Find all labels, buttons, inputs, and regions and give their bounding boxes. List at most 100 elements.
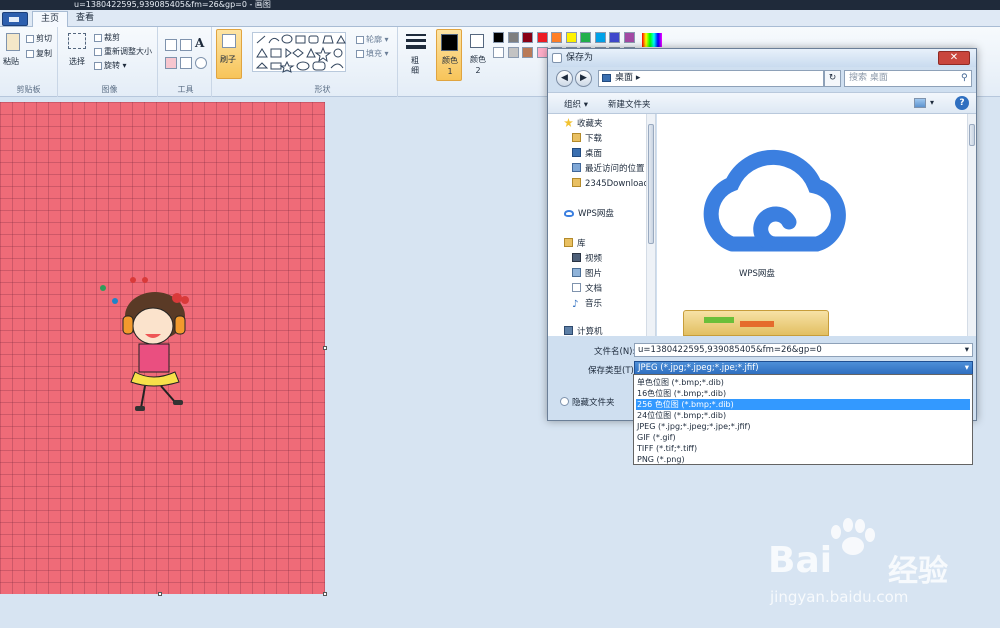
fill-icon bbox=[356, 49, 364, 58]
fill-button[interactable]: 填充 ▾ bbox=[356, 48, 389, 59]
filename-label: 文件名(N): bbox=[594, 347, 636, 357]
nav-pictures[interactable]: 图片 bbox=[572, 267, 602, 282]
palette-swatch[interactable] bbox=[565, 32, 577, 43]
back-button[interactable]: ◀ bbox=[556, 70, 573, 87]
paste-icon[interactable] bbox=[6, 33, 20, 51]
nav-videos[interactable]: 视频 bbox=[572, 252, 602, 267]
close-button[interactable]: ✕ bbox=[938, 51, 970, 65]
filetype-option[interactable]: PNG (*.png) bbox=[636, 454, 970, 465]
palette-swatch[interactable] bbox=[507, 47, 519, 58]
cartoon-girl-image bbox=[100, 277, 189, 411]
palette-swatch[interactable] bbox=[522, 32, 533, 43]
chevron-down-icon: ▾ bbox=[964, 345, 969, 355]
palette-swatch[interactable] bbox=[623, 32, 635, 43]
crop-button[interactable]: 裁剪 bbox=[94, 32, 120, 43]
brush-button[interactable]: 刷子 bbox=[216, 29, 242, 79]
filename-input[interactable]: u=1380422595,939085405&fm=26&gp=0 ▾ bbox=[634, 343, 973, 357]
tab-view[interactable]: 查看 bbox=[68, 11, 102, 27]
color1-swatch bbox=[441, 34, 458, 51]
shapes-gallery[interactable] bbox=[252, 32, 346, 73]
dialog-title-bar: 保存为 bbox=[548, 49, 976, 67]
paste-button[interactable]: 粘贴 bbox=[3, 56, 19, 67]
text-icon[interactable]: A bbox=[195, 36, 204, 50]
palette-swatch[interactable] bbox=[493, 32, 504, 43]
copy-button[interactable]: 复制 bbox=[26, 48, 52, 59]
color1-button[interactable]: 颜色 1 bbox=[436, 29, 462, 81]
filetype-option[interactable]: 16色位图 (*.bmp;*.dib) bbox=[636, 388, 970, 399]
select-button[interactable]: 选择 bbox=[69, 56, 85, 67]
new-folder-button[interactable]: 新建文件夹 bbox=[608, 98, 651, 110]
filetype-select[interactable]: JPEG (*.jpg;*.jpeg;*.jpe;*.jfif) ▾ bbox=[634, 361, 973, 375]
outline-button[interactable]: 轮廓 ▾ bbox=[356, 34, 389, 45]
filetype-option[interactable]: 单色位图 (*.bmp;*.dib) bbox=[636, 377, 970, 388]
watermark-brand-cn: 经验 bbox=[888, 554, 948, 589]
crop-label: 裁剪 bbox=[104, 33, 120, 42]
resize-handle-bottom[interactable] bbox=[158, 592, 162, 596]
filetype-option[interactable]: GIF (*.gif) bbox=[636, 432, 970, 443]
select-icon[interactable] bbox=[68, 33, 86, 49]
folder-item[interactable] bbox=[683, 310, 829, 336]
tab-home[interactable]: 主页 bbox=[32, 11, 69, 27]
palette-swatch[interactable] bbox=[493, 47, 504, 58]
address-bar[interactable]: 桌面 ▸ bbox=[598, 70, 824, 87]
nav-scrollbar[interactable] bbox=[646, 114, 655, 336]
hide-folders-button[interactable]: 隐藏文件夹 bbox=[560, 396, 615, 408]
app-menu-button[interactable] bbox=[2, 12, 28, 26]
nav-documents[interactable]: 文档 bbox=[572, 282, 602, 297]
palette-swatch[interactable] bbox=[594, 32, 606, 43]
clipboard-group: 粘贴 剪切 复制 剪贴板 bbox=[0, 27, 58, 97]
content-scrollbar-thumb[interactable] bbox=[969, 124, 975, 146]
document-icon bbox=[572, 283, 581, 292]
nav-music[interactable]: ♪ 音乐 bbox=[572, 297, 602, 312]
filename-value: u=1380422595,939085405&fm=26&gp=0 bbox=[638, 345, 822, 355]
resize-handle-corner[interactable] bbox=[323, 592, 327, 596]
filetype-value: JPEG (*.jpg;*.jpeg;*.jpe;*.jfif) bbox=[638, 363, 759, 373]
nav-favorites[interactable]: 收藏夹 bbox=[564, 117, 603, 132]
magnifier-icon[interactable] bbox=[195, 57, 207, 69]
drawing-canvas[interactable] bbox=[0, 102, 325, 594]
watermark-brand: Bai bbox=[768, 540, 833, 581]
nav-scrollbar-thumb[interactable] bbox=[648, 124, 654, 244]
edit-colors-icon[interactable] bbox=[642, 33, 662, 47]
nav-computer[interactable]: 计算机 bbox=[564, 325, 603, 335]
content-scrollbar[interactable] bbox=[967, 114, 976, 336]
forward-button[interactable]: ▶ bbox=[575, 70, 592, 87]
view-options-icon[interactable] bbox=[914, 98, 926, 108]
cut-button[interactable]: 剪切 bbox=[26, 33, 52, 44]
nav-libraries[interactable]: 库 bbox=[564, 237, 586, 252]
filetype-option[interactable]: 256 色位图 (*.bmp;*.dib) bbox=[636, 399, 970, 410]
filetype-option[interactable]: JPEG (*.jpg;*.jpeg;*.jpe;*.jfif) bbox=[636, 421, 970, 432]
palette-swatch[interactable] bbox=[536, 32, 548, 43]
resize-handle-right[interactable] bbox=[323, 346, 327, 350]
pencil-icon[interactable] bbox=[165, 39, 177, 51]
search-input[interactable]: 搜索 桌面 bbox=[844, 70, 972, 87]
nav-recent[interactable]: 最近访问的位置 bbox=[572, 162, 645, 177]
refresh-button[interactable]: ↻ bbox=[824, 70, 841, 87]
palette-swatch[interactable] bbox=[507, 32, 519, 43]
palette-swatch[interactable] bbox=[551, 32, 562, 43]
size-button[interactable]: 粗细 bbox=[402, 31, 430, 81]
palette-swatch[interactable] bbox=[609, 32, 620, 43]
help-button[interactable]: ? bbox=[955, 96, 969, 110]
view-options-dropdown[interactable]: ▾ bbox=[930, 98, 934, 107]
organize-button[interactable]: 组织 ▾ bbox=[564, 98, 588, 110]
shapes-icons bbox=[255, 34, 346, 73]
filetype-option[interactable]: 24位位图 (*.bmp;*.dib) bbox=[636, 410, 970, 421]
size-line-icon bbox=[406, 45, 426, 49]
nav-wps[interactable]: WPS网盘 bbox=[564, 207, 614, 222]
fill-bucket-icon[interactable] bbox=[180, 39, 192, 51]
downloads-folder-icon bbox=[572, 133, 581, 142]
filetype-option[interactable]: TIFF (*.tif;*.tiff) bbox=[636, 443, 970, 454]
resize-button[interactable]: 重新调整大小 bbox=[94, 46, 152, 57]
eraser-icon[interactable] bbox=[165, 57, 177, 69]
nav-desktop[interactable]: 桌面 bbox=[572, 147, 602, 162]
wps-cloud-icon[interactable] bbox=[677, 144, 847, 254]
palette-swatch[interactable] bbox=[522, 47, 533, 58]
color-picker-icon[interactable] bbox=[180, 57, 192, 69]
palette-swatch[interactable] bbox=[536, 47, 548, 58]
nav-downloads[interactable]: 下载 bbox=[572, 132, 602, 147]
nav-2345downloads[interactable]: 2345Downloads bbox=[572, 177, 653, 192]
palette-swatch[interactable] bbox=[580, 32, 591, 43]
rotate-button[interactable]: 旋转 ▾ bbox=[94, 60, 127, 71]
color2-button[interactable]: 颜色 2 bbox=[466, 31, 490, 81]
